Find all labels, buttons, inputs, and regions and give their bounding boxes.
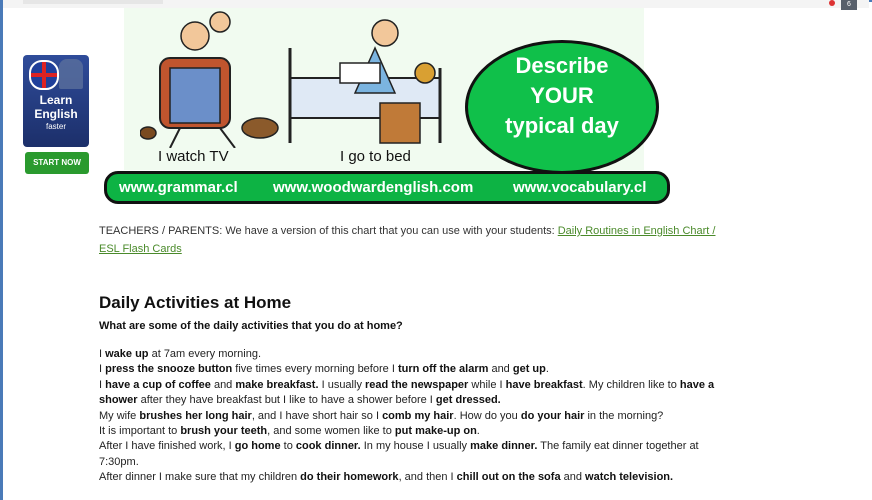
article-text: . How do you	[453, 409, 521, 422]
article-text: After dinner I make sure that my childre…	[99, 471, 301, 484]
start-now-button[interactable]: START NOW	[25, 152, 89, 174]
website-url-bar: www.grammar.cl www.woodwardenglish.com w…	[104, 171, 670, 204]
ad-line-3: faster	[45, 122, 66, 131]
article-text: and	[560, 471, 586, 484]
article-line: I have a cup of coffee and make breakfas…	[99, 378, 719, 409]
activity-phrase: wake up	[105, 348, 149, 360]
learn-english-ad[interactable]: Learn English faster	[23, 55, 89, 147]
caption-go-to-bed: I go to bed	[340, 148, 411, 165]
teachers-note: TEACHERS / PARENTS: We have a version of…	[99, 222, 739, 258]
activity-phrase: have a cup of coffee	[105, 378, 211, 391]
activity-phrase: do their homework	[300, 471, 399, 484]
article-text: to	[280, 440, 296, 453]
article-text: at 7am every morning.	[148, 348, 262, 360]
article-body: I wake up at 7am every morning. I press t…	[99, 347, 719, 486]
article-text: .	[545, 363, 549, 376]
article-text: It is important to	[99, 425, 181, 438]
activity-phrase: have breakfast	[505, 378, 583, 391]
address-fragment	[23, 0, 163, 4]
ad-line-2: English	[34, 107, 78, 121]
article-text: , and I have short hair so I	[251, 409, 383, 422]
article-line: I press the snooze button five times eve…	[99, 362, 719, 377]
page-title: Daily Activities at Home	[99, 293, 292, 312]
activity-phrase: get up	[512, 363, 546, 376]
caption-watch-tv: I watch TV	[158, 148, 229, 165]
activity-phrase: turn off the alarm	[397, 363, 489, 376]
article-text: while I	[468, 378, 506, 391]
article-line: It is important to brush your teeth, and…	[99, 424, 719, 439]
going-to-bed-illustration	[288, 19, 442, 144]
activity-phrase: go home	[234, 440, 281, 453]
article-text: in the morning?	[584, 409, 664, 422]
activity-phrase: make breakfast.	[235, 378, 319, 391]
extension-badge-icon[interactable]: 6	[841, 0, 857, 10]
activity-phrase: put make-up on	[394, 425, 477, 438]
bubble-line-3: typical day	[505, 113, 619, 138]
article-text: , and then I	[398, 471, 457, 484]
article-text: five times every morning before I	[232, 363, 398, 376]
bubble-line-2: YOUR	[530, 83, 594, 108]
activity-phrase: chill out on the sofa	[456, 471, 561, 484]
activity-phrase: get dressed.	[435, 394, 501, 407]
activity-phrase: do your hair	[520, 409, 585, 422]
watching-tv-illustration	[140, 11, 279, 148]
activity-phrase: brushes her long hair	[139, 409, 252, 422]
url-vocabulary: www.vocabulary.cl	[513, 179, 647, 196]
activity-phrase: brush your teeth	[180, 425, 268, 438]
article-text: and	[488, 363, 513, 376]
activity-phrase: press the snooze button	[105, 363, 233, 376]
article-text: , and some women like to	[267, 425, 395, 438]
article-text: .	[476, 425, 480, 438]
bubble-line-1: Describe	[515, 53, 609, 78]
article-text: After I have finished work, I	[99, 440, 235, 453]
teachers-note-text: TEACHERS / PARENTS: We have a version of…	[99, 225, 558, 237]
article-text: I usually	[318, 378, 365, 391]
uk-flag-icon	[29, 60, 59, 90]
article-text: My wife	[99, 409, 140, 422]
teacher-photo	[59, 59, 83, 89]
article-text: . My children like to	[582, 378, 680, 391]
article-line: My wife brushes her long hair, and I hav…	[99, 409, 719, 424]
describe-your-day-bubble: Describe YOUR typical day	[465, 40, 659, 174]
article-line: After I have finished work, I go home to…	[99, 439, 719, 470]
article-line: After dinner I make sure that my childre…	[99, 470, 719, 485]
article-text: after they have breakfast but I like to …	[137, 394, 436, 407]
activity-phrase: read the newspaper	[365, 378, 469, 391]
activity-phrase: cook dinner.	[295, 440, 361, 453]
ad-line-1: Learn	[39, 93, 73, 107]
url-woodwardenglish: www.woodwardenglish.com	[273, 179, 474, 196]
activity-phrase: make dinner.	[470, 440, 538, 453]
extension-icon[interactable]	[829, 0, 835, 6]
browser-top-strip: 6	[3, 0, 869, 10]
article-line: I wake up at 7am every morning.	[99, 347, 719, 362]
article-text: and	[210, 378, 236, 391]
url-grammar: www.grammar.cl	[119, 179, 238, 196]
article-text: In my house I usually	[360, 440, 471, 453]
activity-phrase: comb my hair	[382, 409, 454, 422]
section-question: What are some of the daily activities th…	[99, 320, 403, 332]
activity-phrase: watch television.	[585, 471, 674, 484]
